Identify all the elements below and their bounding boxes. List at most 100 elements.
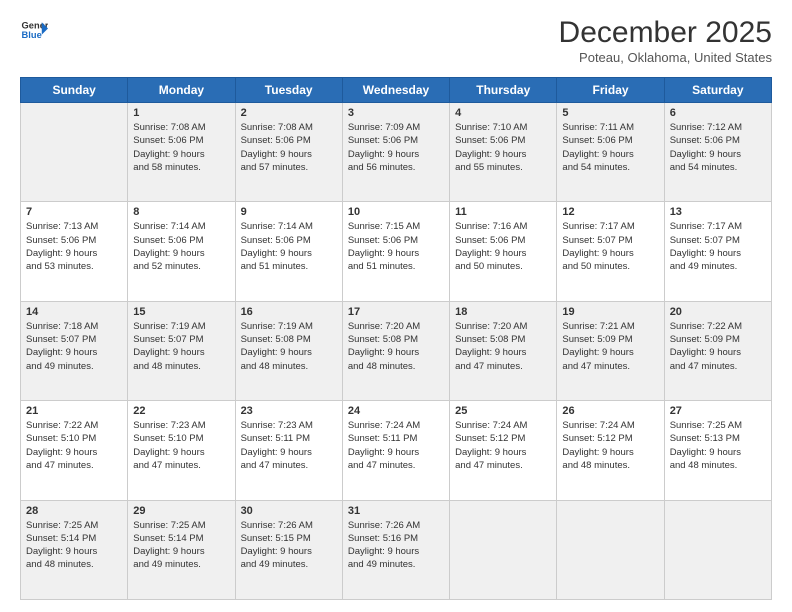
table-row	[664, 500, 771, 599]
cell-line: Daylight: 9 hours	[241, 446, 337, 459]
table-row: 21Sunrise: 7:22 AMSunset: 5:10 PMDayligh…	[21, 401, 128, 500]
day-number: 17	[348, 306, 444, 318]
cell-line: Sunrise: 7:22 AM	[670, 320, 766, 333]
cell-line: Daylight: 9 hours	[455, 446, 551, 459]
cell-line: Sunrise: 7:14 AM	[241, 220, 337, 233]
table-row: 18Sunrise: 7:20 AMSunset: 5:08 PMDayligh…	[450, 301, 557, 400]
cell-line: Sunset: 5:11 PM	[348, 432, 444, 445]
day-number: 8	[133, 206, 229, 218]
day-number: 18	[455, 306, 551, 318]
cell-line: and 55 minutes.	[455, 161, 551, 174]
cell-line: Sunrise: 7:25 AM	[133, 519, 229, 532]
cell-line: and 49 minutes.	[348, 558, 444, 571]
cell-line: Sunrise: 7:25 AM	[26, 519, 122, 532]
cell-line: and 56 minutes.	[348, 161, 444, 174]
table-row: 12Sunrise: 7:17 AMSunset: 5:07 PMDayligh…	[557, 202, 664, 301]
location: Poteau, Oklahoma, United States	[559, 50, 772, 65]
cell-line: Sunset: 5:06 PM	[133, 134, 229, 147]
cell-line: Sunset: 5:06 PM	[562, 134, 658, 147]
table-row: 8Sunrise: 7:14 AMSunset: 5:06 PMDaylight…	[128, 202, 235, 301]
table-row: 28Sunrise: 7:25 AMSunset: 5:14 PMDayligh…	[21, 500, 128, 599]
table-row: 19Sunrise: 7:21 AMSunset: 5:09 PMDayligh…	[557, 301, 664, 400]
table-row: 15Sunrise: 7:19 AMSunset: 5:07 PMDayligh…	[128, 301, 235, 400]
cell-line: Sunset: 5:12 PM	[562, 432, 658, 445]
cell-line: Sunset: 5:14 PM	[133, 532, 229, 545]
day-number: 1	[133, 107, 229, 119]
cell-line: Sunset: 5:09 PM	[562, 333, 658, 346]
table-row: 6Sunrise: 7:12 AMSunset: 5:06 PMDaylight…	[664, 103, 771, 202]
table-row: 29Sunrise: 7:25 AMSunset: 5:14 PMDayligh…	[128, 500, 235, 599]
cell-line: Daylight: 9 hours	[455, 247, 551, 260]
cell-line: Daylight: 9 hours	[455, 346, 551, 359]
cell-line: Sunset: 5:06 PM	[455, 134, 551, 147]
cell-line: Daylight: 9 hours	[133, 148, 229, 161]
cell-line: Sunrise: 7:24 AM	[562, 419, 658, 432]
day-number: 3	[348, 107, 444, 119]
cell-line: Sunset: 5:06 PM	[455, 234, 551, 247]
day-number: 21	[26, 405, 122, 417]
table-row: 9Sunrise: 7:14 AMSunset: 5:06 PMDaylight…	[235, 202, 342, 301]
cell-line: Sunset: 5:15 PM	[241, 532, 337, 545]
day-number: 10	[348, 206, 444, 218]
cell-line: Sunrise: 7:09 AM	[348, 121, 444, 134]
cell-line: and 48 minutes.	[133, 360, 229, 373]
cell-line: and 47 minutes.	[241, 459, 337, 472]
cell-line: Sunset: 5:06 PM	[26, 234, 122, 247]
table-row: 7Sunrise: 7:13 AMSunset: 5:06 PMDaylight…	[21, 202, 128, 301]
cell-line: Sunset: 5:14 PM	[26, 532, 122, 545]
cell-line: and 54 minutes.	[670, 161, 766, 174]
day-number: 14	[26, 306, 122, 318]
header-tuesday: Tuesday	[235, 78, 342, 103]
table-row: 11Sunrise: 7:16 AMSunset: 5:06 PMDayligh…	[450, 202, 557, 301]
day-number: 23	[241, 405, 337, 417]
table-row: 31Sunrise: 7:26 AMSunset: 5:16 PMDayligh…	[342, 500, 449, 599]
cell-line: Daylight: 9 hours	[133, 545, 229, 558]
day-number: 15	[133, 306, 229, 318]
cell-line: Daylight: 9 hours	[241, 346, 337, 359]
table-row: 30Sunrise: 7:26 AMSunset: 5:15 PMDayligh…	[235, 500, 342, 599]
cell-line: Daylight: 9 hours	[26, 247, 122, 260]
header-sunday: Sunday	[21, 78, 128, 103]
day-number: 26	[562, 405, 658, 417]
cell-line: Sunset: 5:13 PM	[670, 432, 766, 445]
cell-line: Daylight: 9 hours	[670, 247, 766, 260]
day-number: 11	[455, 206, 551, 218]
cell-line: Sunrise: 7:17 AM	[562, 220, 658, 233]
cell-line: and 54 minutes.	[562, 161, 658, 174]
cell-line: and 47 minutes.	[562, 360, 658, 373]
cell-line: and 57 minutes.	[241, 161, 337, 174]
cell-line: Sunset: 5:07 PM	[670, 234, 766, 247]
day-number: 2	[241, 107, 337, 119]
cell-line: Sunrise: 7:26 AM	[348, 519, 444, 532]
day-number: 9	[241, 206, 337, 218]
cell-line: Daylight: 9 hours	[348, 545, 444, 558]
title-block: December 2025 Poteau, Oklahoma, United S…	[559, 16, 772, 65]
cell-line: and 51 minutes.	[348, 260, 444, 273]
cell-line: Sunrise: 7:26 AM	[241, 519, 337, 532]
calendar-week-row: 7Sunrise: 7:13 AMSunset: 5:06 PMDaylight…	[21, 202, 772, 301]
logo-icon: General Blue	[20, 16, 48, 44]
cell-line: and 48 minutes.	[348, 360, 444, 373]
cell-line: and 48 minutes.	[670, 459, 766, 472]
cell-line: Daylight: 9 hours	[562, 247, 658, 260]
cell-line: Sunset: 5:08 PM	[348, 333, 444, 346]
day-number: 12	[562, 206, 658, 218]
calendar: Sunday Monday Tuesday Wednesday Thursday…	[20, 77, 772, 600]
cell-line: Daylight: 9 hours	[26, 346, 122, 359]
cell-line: and 47 minutes.	[670, 360, 766, 373]
cell-line: Sunset: 5:07 PM	[133, 333, 229, 346]
cell-line: and 53 minutes.	[26, 260, 122, 273]
calendar-week-row: 1Sunrise: 7:08 AMSunset: 5:06 PMDaylight…	[21, 103, 772, 202]
cell-line: Daylight: 9 hours	[348, 346, 444, 359]
table-row: 5Sunrise: 7:11 AMSunset: 5:06 PMDaylight…	[557, 103, 664, 202]
cell-line: Daylight: 9 hours	[562, 148, 658, 161]
page: General Blue December 2025 Poteau, Oklah…	[0, 0, 792, 612]
calendar-week-row: 21Sunrise: 7:22 AMSunset: 5:10 PMDayligh…	[21, 401, 772, 500]
cell-line: and 48 minutes.	[241, 360, 337, 373]
table-row: 25Sunrise: 7:24 AMSunset: 5:12 PMDayligh…	[450, 401, 557, 500]
weekday-header-row: Sunday Monday Tuesday Wednesday Thursday…	[21, 78, 772, 103]
cell-line: and 49 minutes.	[26, 360, 122, 373]
cell-line: Sunrise: 7:18 AM	[26, 320, 122, 333]
day-number: 13	[670, 206, 766, 218]
table-row: 26Sunrise: 7:24 AMSunset: 5:12 PMDayligh…	[557, 401, 664, 500]
